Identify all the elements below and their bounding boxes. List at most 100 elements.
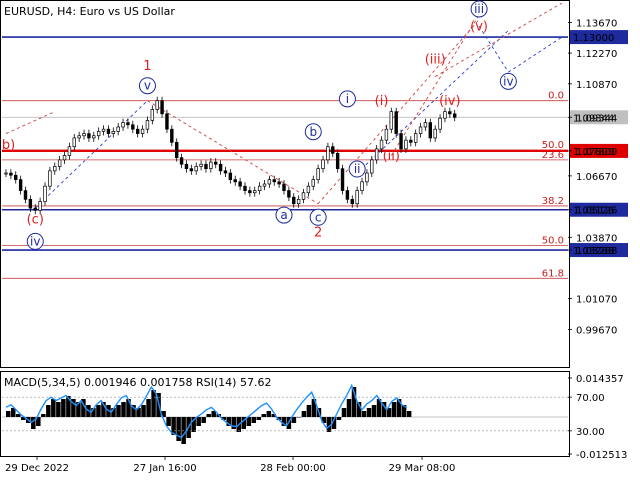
candle-body-44 [218,163,223,172]
candle-body-62 [306,185,311,194]
wave-label-3: (c) [27,212,44,227]
candle-body-89 [438,117,442,130]
eurusd-chart: 0.050.023.638.250.061.8 1.130001.093441.… [0,0,628,474]
candle-body-35 [174,141,179,159]
candle-body-34 [170,128,174,143]
macd-bar-72 [366,408,372,417]
candle-body-27 [135,128,140,134]
candle-body-56 [277,181,281,185]
candle-body-39 [194,166,198,172]
fib-label-0: 0.0 [548,91,564,102]
candle-body-41 [204,163,208,170]
candle-body-66 [326,146,330,161]
y-tick-label-7: 1.03870 [576,233,617,244]
macd-bar-27 [141,405,146,417]
candle-body-18 [92,135,96,139]
wave-label-14: iii [474,2,484,16]
candle-body-26 [131,124,135,130]
candle-body-74 [365,172,369,183]
candle-body-90 [443,111,447,119]
candle-body-68 [335,152,340,170]
candle-body-76 [374,148,379,161]
wave-label-9: i [346,92,349,106]
candle-body-28 [140,128,145,134]
level-tag-label-0: 1.13000 [573,33,614,44]
wave-label-11: (i) [375,94,389,109]
candle-body-0 [4,172,8,175]
macd-bar-49 [251,417,257,423]
candle-body-49 [243,185,247,191]
macd-bar-11 [61,399,66,417]
candle-body-57 [282,183,286,191]
macd-bar-40 [206,414,211,417]
chart-title: EURUSD, H4: Euro vs US Dollar [4,5,175,18]
y-tick-label-6: 1.05126 [576,206,617,217]
candle-body-78 [384,128,389,141]
candle-body-30 [150,109,155,121]
x-tick-label-3: 29 Mar 08:00 [389,463,456,474]
candle-body-21 [106,128,111,134]
candle-body-36 [179,157,184,165]
y-tick-label-5: 1.06670 [576,172,617,183]
macd-bar-50 [256,417,262,420]
candle-body-45 [223,170,228,174]
candle-body-43 [214,161,218,165]
y-tick-label-9: 1.01070 [576,295,617,306]
macd-bar-58 [296,417,302,418]
macd-bar-45 [231,417,236,429]
candle-body-51 [253,190,257,194]
y-tick-label-1: 1.12270 [576,49,617,60]
y-tick-label-4: 1.07809 [576,147,617,158]
candle-body-22 [111,131,116,134]
wave-label-10: ii [354,162,361,176]
candle-body-11 [57,159,62,167]
candle-body-60 [296,198,301,205]
candle-body-73 [360,181,364,191]
candle-body-82 [404,139,408,150]
macd-bar-57 [291,417,297,423]
candle-body-83 [409,139,413,143]
candle-body-47 [233,179,237,183]
y-tick-label-3: 1.09344 [576,113,617,124]
candle-body-7 [38,201,42,211]
candle-body-5 [28,198,33,209]
wave-label-2: (b) [0,138,15,153]
wave-label-1: v [144,79,151,93]
candle-body-87 [428,122,433,139]
wave-label-12: (ii) [383,149,400,164]
macd-bar-59 [301,411,307,417]
candle-body-3 [18,179,23,191]
candle-body-61 [301,192,306,200]
candle-body-52 [257,185,262,191]
candle-body-19 [96,131,101,137]
macd-bar-5 [31,417,36,429]
candle-body-2 [14,174,18,180]
candle-body-38 [189,168,194,172]
macd-bar-52 [266,411,272,417]
candle-body-33 [165,113,169,130]
macd-bar-38 [196,417,201,426]
candle-body-50 [248,190,252,194]
ind-tick-label-3: -0.012513 [576,450,627,461]
macd-bar-28 [146,399,151,417]
candle-body-85 [418,126,423,134]
candle-body-53 [262,183,267,187]
fib-label-3: 38.2 [542,196,564,207]
macd-bar-10 [56,402,61,417]
candle-body-70 [345,190,350,200]
candle-body-4 [23,190,28,200]
y-tick-label-2: 1.10870 [576,80,617,91]
wave-label-0: 1 [143,59,151,74]
x-tick-label-1: 27 Jan 16:00 [133,463,196,474]
candle-body-55 [272,179,276,183]
ind-tick-label-0: 0.014357 [576,374,624,385]
candle-body-23 [116,126,120,132]
candle-body-12 [62,155,67,161]
candle-body-59 [292,196,296,205]
candle-body-42 [209,161,213,170]
candle-body-37 [184,163,189,170]
macd-bar-66 [336,417,342,420]
ind-tick-label-2: 30.00 [576,427,605,438]
candle-body-79 [389,111,394,130]
indicator-title: MACD(5,34,5) 0.001946 0.001758 RSI(14) 5… [4,376,271,389]
